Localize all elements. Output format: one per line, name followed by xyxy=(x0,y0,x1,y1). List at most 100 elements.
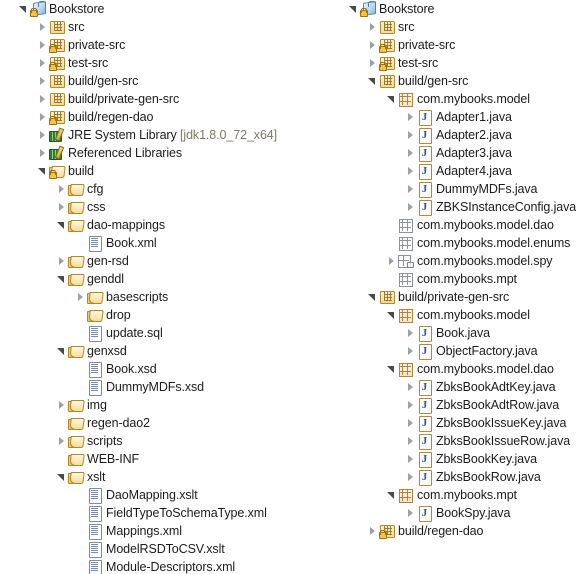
chevron-down-icon[interactable] xyxy=(37,162,48,180)
tree-item[interactable]: com.mybooks.model.spy xyxy=(330,252,576,270)
tree-item[interactable]: ZBKSInstanceConfig.java xyxy=(330,198,576,216)
tree-item[interactable]: build/private-gen-src xyxy=(330,288,576,306)
chevron-right-icon[interactable] xyxy=(405,414,416,432)
chevron-right-icon[interactable] xyxy=(405,504,416,522)
tree-item[interactable]: com.mybooks.model.enums xyxy=(330,234,576,252)
chevron-right-icon[interactable] xyxy=(405,162,416,180)
chevron-right-icon[interactable] xyxy=(405,144,416,162)
chevron-right-icon[interactable] xyxy=(386,252,397,270)
tree-item[interactable]: xslt xyxy=(0,468,320,486)
chevron-right-icon[interactable] xyxy=(405,432,416,450)
chevron-down-icon[interactable] xyxy=(56,468,67,486)
tree-item[interactable]: build/regen-dao xyxy=(0,108,320,126)
tree-item[interactable]: JRE System Library [jdk1.8.0_72_x64] xyxy=(0,126,320,144)
chevron-right-icon[interactable] xyxy=(405,324,416,342)
tree-item[interactable]: gen-rsd xyxy=(0,252,320,270)
tree-item[interactable]: private-src xyxy=(330,36,576,54)
tree-item[interactable]: ModelRSDToCSV.xslt xyxy=(0,540,320,558)
chevron-down-icon[interactable] xyxy=(56,216,67,234)
tree-item[interactable]: Adapter2.java xyxy=(330,126,576,144)
tree-item[interactable]: test-src xyxy=(0,54,320,72)
chevron-down-icon[interactable] xyxy=(386,486,397,504)
chevron-down-icon[interactable] xyxy=(348,0,359,18)
tree-item[interactable]: com.mybooks.mpt xyxy=(330,270,576,288)
tree-item[interactable]: FieldTypeToSchemaType.xml xyxy=(0,504,320,522)
chevron-right-icon[interactable] xyxy=(56,432,67,450)
tree-item[interactable]: css xyxy=(0,198,320,216)
chevron-right-icon[interactable] xyxy=(405,342,416,360)
chevron-right-icon[interactable] xyxy=(37,90,48,108)
tree-item[interactable]: Book.xml xyxy=(0,234,320,252)
tree-item[interactable]: Bookstore xyxy=(330,0,576,18)
tree-item[interactable]: build/gen-src xyxy=(0,72,320,90)
tree-item[interactable]: ZbksBookKey.java xyxy=(330,450,576,468)
tree-item[interactable]: Module-Descriptors.xml xyxy=(0,558,320,574)
chevron-right-icon[interactable] xyxy=(37,126,48,144)
chevron-right-icon[interactable] xyxy=(37,54,48,72)
chevron-right-icon[interactable] xyxy=(405,126,416,144)
chevron-down-icon[interactable] xyxy=(367,288,378,306)
tree-item[interactable]: basescripts xyxy=(0,288,320,306)
tree-item[interactable]: build/regen-dao xyxy=(330,522,576,540)
tree-item[interactable]: DummyMDFs.xsd xyxy=(0,378,320,396)
chevron-right-icon[interactable] xyxy=(37,108,48,126)
tree-item[interactable]: Adapter4.java xyxy=(330,162,576,180)
tree-item[interactable]: build/private-gen-src xyxy=(0,90,320,108)
chevron-right-icon[interactable] xyxy=(75,288,86,306)
chevron-right-icon[interactable] xyxy=(56,396,67,414)
chevron-right-icon[interactable] xyxy=(367,54,378,72)
chevron-right-icon[interactable] xyxy=(405,108,416,126)
chevron-right-icon[interactable] xyxy=(367,18,378,36)
tree-item[interactable]: DummyMDFs.java xyxy=(330,180,576,198)
chevron-right-icon[interactable] xyxy=(37,36,48,54)
tree-item[interactable]: regen-dao2 xyxy=(0,414,320,432)
chevron-right-icon[interactable] xyxy=(37,72,48,90)
tree-item[interactable]: Adapter1.java xyxy=(330,108,576,126)
tree-item[interactable]: DaoMapping.xslt xyxy=(0,486,320,504)
chevron-right-icon[interactable] xyxy=(405,450,416,468)
tree-item[interactable]: src xyxy=(330,18,576,36)
tree-item[interactable]: ZbksBookAdtKey.java xyxy=(330,378,576,396)
tree-item[interactable]: test-src xyxy=(330,54,576,72)
chevron-down-icon[interactable] xyxy=(56,342,67,360)
chevron-right-icon[interactable] xyxy=(405,198,416,216)
tree-item[interactable]: ZbksBookAdtRow.java xyxy=(330,396,576,414)
tree-item[interactable]: com.mybooks.mpt xyxy=(330,486,576,504)
chevron-down-icon[interactable] xyxy=(367,72,378,90)
tree-item[interactable]: Referenced Libraries xyxy=(0,144,320,162)
tree-item[interactable]: Book.java xyxy=(330,324,576,342)
tree-item[interactable]: dao-mappings xyxy=(0,216,320,234)
tree-item[interactable]: build xyxy=(0,162,320,180)
chevron-right-icon[interactable] xyxy=(56,180,67,198)
tree-item[interactable]: Mappings.xml xyxy=(0,522,320,540)
chevron-right-icon[interactable] xyxy=(56,252,67,270)
chevron-right-icon[interactable] xyxy=(405,396,416,414)
tree-item[interactable]: genxsd xyxy=(0,342,320,360)
chevron-right-icon[interactable] xyxy=(405,180,416,198)
tree-item[interactable]: com.mybooks.model.dao xyxy=(330,360,576,378)
chevron-down-icon[interactable] xyxy=(18,0,29,18)
tree-item[interactable]: Bookstore xyxy=(0,0,320,18)
tree-item[interactable]: cfg xyxy=(0,180,320,198)
tree-item[interactable]: Book.xsd xyxy=(0,360,320,378)
tree-item[interactable]: com.mybooks.model.dao xyxy=(330,216,576,234)
chevron-down-icon[interactable] xyxy=(56,270,67,288)
tree-item[interactable]: private-src xyxy=(0,36,320,54)
tree-item[interactable]: update.sql xyxy=(0,324,320,342)
chevron-down-icon[interactable] xyxy=(386,360,397,378)
chevron-right-icon[interactable] xyxy=(37,144,48,162)
chevron-right-icon[interactable] xyxy=(56,198,67,216)
tree-item[interactable]: ObjectFactory.java xyxy=(330,342,576,360)
tree-item[interactable]: scripts xyxy=(0,432,320,450)
tree-item[interactable]: drop xyxy=(0,306,320,324)
chevron-down-icon[interactable] xyxy=(386,90,397,108)
chevron-right-icon[interactable] xyxy=(37,18,48,36)
tree-item[interactable]: BookSpy.java xyxy=(330,504,576,522)
tree-item[interactable]: src xyxy=(0,18,320,36)
chevron-down-icon[interactable] xyxy=(386,306,397,324)
tree-item[interactable]: com.mybooks.model xyxy=(330,90,576,108)
project-tree-left[interactable]: Bookstore src private-src test-src build/gen… xyxy=(0,0,320,574)
tree-item[interactable]: img xyxy=(0,396,320,414)
project-tree-right[interactable]: Bookstore src private-src test-src build/gen… xyxy=(330,0,576,574)
chevron-right-icon[interactable] xyxy=(367,36,378,54)
